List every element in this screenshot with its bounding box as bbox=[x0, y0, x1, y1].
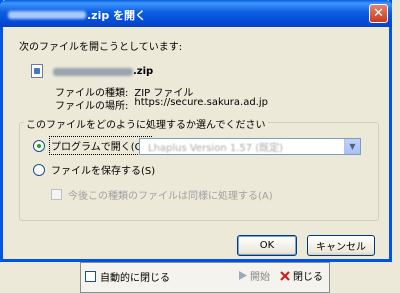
remember-checkbox bbox=[51, 189, 62, 200]
save-file-label: ファイルを保存する(S) bbox=[51, 166, 156, 177]
open-with-option[interactable]: プログラムで開く(O): bbox=[33, 136, 152, 155]
auto-close-checkbox[interactable] bbox=[85, 271, 96, 282]
file-icon bbox=[31, 64, 43, 78]
program-select[interactable]: Lhaplus Version 1.57 (既定) ▼ bbox=[139, 138, 361, 155]
close-icon: ✕ bbox=[373, 6, 384, 21]
program-select-value: Lhaplus Version 1.57 (既定) bbox=[148, 143, 284, 154]
close-button[interactable]: ✕ bbox=[369, 4, 388, 23]
close-action[interactable]: 閉じる bbox=[280, 268, 323, 283]
open-with-label: プログラムで開く(O): bbox=[49, 136, 152, 155]
save-file-radio[interactable] bbox=[33, 163, 45, 176]
auto-close-row[interactable]: 自動的に閉じる bbox=[85, 269, 170, 284]
open-file-dialog: .zip を開く ✕ 次のファイルを開こうとしています: .zip ファイルの種… bbox=[0, 0, 392, 262]
open-action[interactable]: 開始 bbox=[238, 268, 270, 283]
group-legend: このファイルをどのように処理するか選んでください bbox=[24, 116, 268, 131]
remember-label: 今後この種類のファイルは同様に処理する(A) bbox=[68, 191, 273, 202]
background-window: 自動的に閉じる 開始 閉じる bbox=[80, 262, 330, 293]
ok-button[interactable]: OK bbox=[237, 235, 297, 256]
open-with-radio[interactable] bbox=[33, 139, 45, 152]
file-location-label: ファイルの場所: bbox=[55, 101, 129, 112]
x-icon bbox=[280, 270, 290, 281]
file-name: .zip bbox=[53, 66, 153, 77]
file-location-value: https://secure.sakura.ad.jp bbox=[134, 97, 268, 108]
dialog-title: .zip を開く bbox=[8, 7, 146, 23]
play-icon bbox=[239, 271, 247, 280]
redacted-filename bbox=[8, 11, 86, 19]
file-location-row: ファイルの場所: https://secure.sakura.ad.jp bbox=[55, 97, 268, 112]
save-file-option[interactable]: ファイルを保存する(S) bbox=[33, 162, 155, 177]
cancel-button[interactable]: キャンセル bbox=[307, 235, 375, 256]
auto-close-label: 自動的に閉じる bbox=[100, 273, 170, 284]
intro-text: 次のファイルを開こうとしています: bbox=[19, 42, 183, 53]
chevron-down-icon[interactable]: ▼ bbox=[344, 139, 360, 154]
title-bar[interactable]: .zip を開く ✕ bbox=[0, 0, 392, 27]
remember-option: 今後この種類のファイルは同様に処理する(A) bbox=[51, 187, 273, 202]
redacted-name bbox=[53, 67, 133, 76]
